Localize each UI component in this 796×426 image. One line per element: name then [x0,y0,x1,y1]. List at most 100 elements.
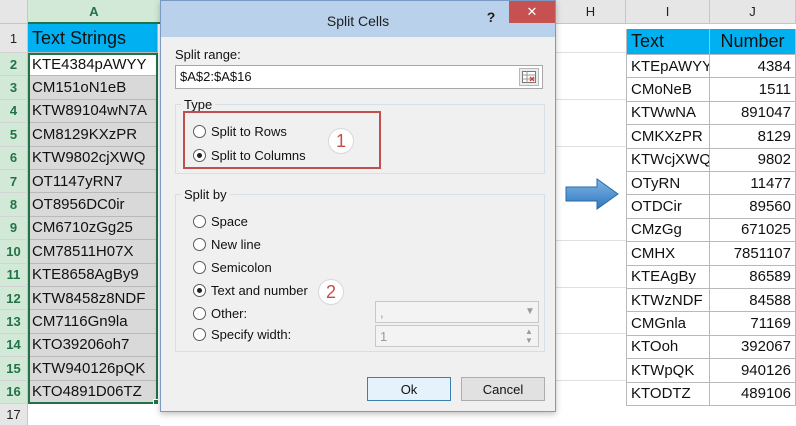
radio-unchecked[interactable] [193,238,206,251]
ok-button[interactable]: Ok [367,377,451,401]
table-cell[interactable]: 891047 [710,101,796,126]
range-select-button[interactable] [519,68,539,86]
chevron-down-icon[interactable]: ▼ [525,306,535,317]
table-cell[interactable]: CM8129KXzPR [28,123,158,147]
row-header[interactable]: 1 [0,24,28,53]
radio-unchecked[interactable] [193,215,206,228]
row-header[interactable]: 5 [0,123,28,147]
space-radio[interactable]: Space [193,214,248,229]
close-button[interactable]: ✕ [509,1,555,23]
column-header-i[interactable]: I [626,0,710,24]
row-header[interactable]: 16 [0,380,28,404]
other-radio[interactable]: Other: [193,306,247,321]
row-header[interactable]: 3 [0,76,28,100]
fill-handle[interactable] [153,399,159,405]
width-stepper[interactable]: 1 [375,325,539,347]
table-cell[interactable]: 392067 [710,335,796,360]
radio-unchecked[interactable] [193,307,206,320]
grid-line [556,240,626,241]
left-spreadsheet: A 1 2 3 4 5 6 7 8 9 10 11 12 13 14 15 16… [0,0,160,426]
row-header[interactable]: 13 [0,310,28,334]
row-header[interactable]: 15 [0,357,28,381]
table-cell[interactable]: OTyRN [626,172,710,196]
row-header[interactable]: 7 [0,170,28,194]
table-cell[interactable]: CM6710zGg25 [28,216,158,241]
row-header[interactable]: 12 [0,287,28,311]
table-cell[interactable]: KTOoh [626,335,710,360]
row-header[interactable]: 10 [0,240,28,264]
radio-unchecked[interactable] [193,328,206,341]
table-cell[interactable]: 940126 [710,359,796,383]
other-delimiter-dropdown[interactable]: , [375,301,539,323]
table-cell[interactable]: 11477 [710,172,796,196]
table-cell[interactable]: CMGnla [626,312,710,336]
row-header[interactable]: 8 [0,193,28,217]
radio-unchecked[interactable] [193,261,206,274]
semicolon-radio[interactable]: Semicolon [193,260,272,275]
spinner-arrows-icon[interactable]: ▲ ▼ [521,325,537,347]
table-cell[interactable]: KTODTZ [626,382,710,406]
column-header-h[interactable]: H [556,0,626,24]
row-header[interactable]: 6 [0,146,28,170]
table-cell[interactable]: 71169 [710,312,796,336]
table-cell[interactable]: CMoNeB [626,78,710,102]
radio-checked[interactable] [193,284,206,297]
table-cell[interactable]: KTE8658AgBy9 [28,263,158,287]
split-range-input[interactable]: $A$2:$A$16 [175,65,543,89]
header-cell-text-strings[interactable]: Text Strings [28,24,158,53]
table-cell[interactable]: KTE4384pAWYY [28,53,158,77]
table-cell[interactable]: KTEAgBy [626,265,710,289]
table-cell[interactable]: KTWzNDF [626,289,710,313]
row-header[interactable]: 11 [0,263,28,287]
table-cell[interactable]: CM78511H07X [28,240,158,264]
row-header[interactable]: 9 [0,216,28,241]
range-picker-icon [522,71,536,83]
table-cell[interactable]: 8129 [710,125,796,149]
table-cell[interactable]: CM7116Gn9la [28,310,158,334]
table-cell[interactable]: KTO39206oh7 [28,333,158,358]
column-header-j[interactable]: J [710,0,796,24]
table-cell[interactable]: OTDCir [626,195,710,219]
table-cell[interactable]: 4384 [710,55,796,79]
header-cell-number[interactable]: Number [710,29,796,55]
specify-width-radio[interactable]: Specify width: [193,327,291,342]
table-cell[interactable]: KTWcjXWQ [626,148,710,172]
table-cell[interactable]: CMKXzPR [626,125,710,149]
table-cell[interactable]: 1511 [710,78,796,102]
column-header-a[interactable]: A [28,0,160,24]
grid-line [556,287,626,288]
table-cell[interactable]: CMzGg [626,218,710,243]
table-cell[interactable]: 84588 [710,289,796,313]
new-line-radio[interactable]: New line [193,237,261,252]
table-cell[interactable]: KTEpAWYY [626,55,710,79]
table-cell[interactable]: OT1147yRN7 [28,170,158,194]
header-cell-text[interactable]: Text [626,29,710,55]
select-all-corner[interactable] [0,0,28,24]
table-cell[interactable]: KTWwNA [626,101,710,126]
row-header[interactable]: 17 [0,404,28,426]
table-cell[interactable]: KTW89104wN7A [28,99,158,124]
table-cell[interactable]: 86589 [710,265,796,289]
table-cell[interactable]: KTW940126pQK [28,357,158,381]
table-cell[interactable]: CM151oN1eB [28,76,158,100]
cancel-button[interactable]: Cancel [461,377,545,401]
table-cell[interactable]: OT8956DC0ir [28,193,158,217]
table-cell[interactable]: 7851107 [710,242,796,266]
table-cell[interactable]: 671025 [710,218,796,243]
row-header[interactable]: 4 [0,99,28,124]
table-cell[interactable]: 489106 [710,382,796,406]
table-cell[interactable]: 89560 [710,195,796,219]
table-cell[interactable]: KTW8458z8NDF [28,287,158,311]
dialog-titlebar[interactable]: Split Cells ? ✕ [161,1,555,37]
table-cell[interactable]: 9802 [710,148,796,172]
table-cell[interactable]: KTW9802cjXWQ [28,146,158,170]
help-button[interactable]: ? [483,9,499,25]
table-cell[interactable]: KTWpQK [626,359,710,383]
row-header[interactable]: 2 [0,53,28,77]
space-label: Space [211,214,248,229]
text-and-number-radio[interactable]: Text and number [193,283,308,298]
type-group-label: Type [181,97,216,112]
table-cell[interactable]: CMHX [626,242,710,266]
empty-row[interactable] [28,401,160,426]
row-header[interactable]: 14 [0,333,28,358]
